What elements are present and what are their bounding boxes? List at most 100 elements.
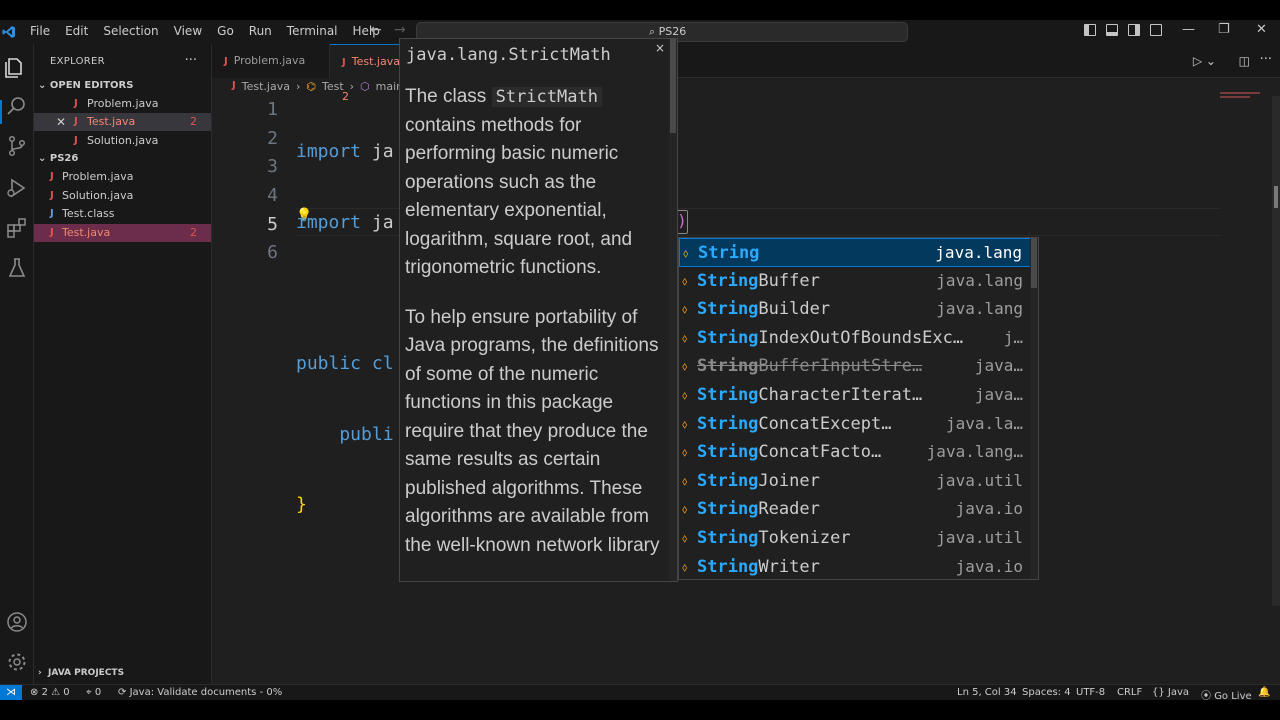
suggestion-item[interactable]: ⬨ StringBuffer java.lang [679, 267, 1031, 296]
close-icon[interactable]: × [655, 41, 665, 55]
problems-status[interactable]: ⊗ 2 ⚠ 0 [30, 687, 70, 698]
suggestion-label: StringJoiner [697, 470, 820, 491]
file-tree-item[interactable]: J Test.class [34, 205, 211, 223]
line-ending[interactable]: CRLF [1117, 687, 1142, 698]
top-black-strip [0, 0, 1280, 20]
java-file-icon: J [50, 227, 54, 238]
testing-icon[interactable] [5, 256, 29, 280]
restore-button[interactable]: ❐ [1218, 22, 1230, 37]
suggestion-item[interactable]: ⬨ StringConcatFacto… java.lang… [679, 438, 1031, 467]
back-arrow-icon[interactable]: ← [370, 22, 382, 38]
breadcrumb-class[interactable]: Test [322, 80, 344, 93]
suggestion-label: StringCharacterIterat… [697, 385, 923, 405]
tab-test-java[interactable]: J Test.java 2 [330, 44, 410, 103]
file-tree-item[interactable]: J Problem.java [34, 168, 211, 186]
lightbulb-icon[interactable]: 💡 [296, 208, 312, 223]
suggest-scrollbar[interactable] [1030, 238, 1038, 579]
scrollbar-thumb[interactable] [1031, 238, 1037, 288]
forward-arrow-icon[interactable]: → [394, 22, 406, 38]
run-java-icon[interactable]: ▷ ⌄ [1193, 54, 1216, 68]
java-file-icon: J [74, 98, 78, 109]
more-actions-icon[interactable]: ··· [185, 53, 197, 68]
menu-run[interactable]: Run [249, 24, 272, 38]
file-tree-item[interactable]: J Test.java 2 [34, 224, 211, 242]
menu-file[interactable]: File [30, 24, 50, 38]
layout-controls [1084, 24, 1172, 36]
ports-status[interactable]: ⌖ 0 [86, 687, 101, 698]
suggestion-item[interactable]: ⬨ StringJoiner java.util [679, 467, 1031, 496]
suggestion-detail: j… [1003, 327, 1023, 347]
toggle-secondary-sidebar-icon[interactable] [1128, 24, 1140, 36]
suggestion-detail: java.la… [945, 413, 1023, 433]
java-file-icon: J [50, 190, 54, 201]
encoding[interactable]: UTF-8 [1076, 687, 1105, 698]
editor-more-actions-icon[interactable]: ··· [1260, 52, 1272, 67]
suggestion-item[interactable]: ⬨ StringTokenizer java.util [679, 524, 1031, 553]
suggestion-item[interactable]: ⬨ StringBufferInputStre… java… [679, 352, 1031, 381]
open-editor-item[interactable]: J Problem.java [34, 95, 211, 113]
code-text[interactable]: import ja import ja public cl publi } [296, 96, 394, 562]
minimap[interactable] [1220, 92, 1270, 102]
run-debug-icon[interactable] [5, 176, 29, 200]
menu-bar: File Edit Selection View Go Run Terminal… [30, 24, 395, 38]
suggestion-detail: java.lang [936, 299, 1023, 319]
toggle-panel-icon[interactable] [1106, 24, 1118, 36]
menu-view[interactable]: View [174, 24, 202, 38]
search-view-icon[interactable] [5, 94, 29, 118]
language-mode[interactable]: {} Java [1152, 687, 1189, 698]
java-status[interactable]: ⟳ Java: Validate documents - 0% [118, 687, 282, 698]
notifications-bell-icon[interactable]: 🔔 [1258, 687, 1270, 698]
open-editor-item[interactable]: J Solution.java [34, 132, 211, 150]
suggestion-label: StringTokenizer [697, 528, 851, 548]
breadcrumb-file[interactable]: Test.java [242, 80, 290, 93]
customize-layout-icon[interactable] [1150, 24, 1162, 36]
open-editors-header[interactable]: ⌄ OPEN EDITORS [38, 80, 133, 91]
settings-gear-icon[interactable] [5, 650, 29, 674]
suggestion-item[interactable]: ⬨ StringConcatExcept… java.la… [679, 410, 1031, 439]
suggestion-item[interactable]: ⬨ StringBuilder java.lang [679, 295, 1031, 324]
remote-indicator-icon[interactable]: ⋊ [0, 685, 22, 701]
menu-selection[interactable]: Selection [103, 24, 158, 38]
close-window-button[interactable]: ✕ [1256, 22, 1267, 37]
folder-header[interactable]: ⌄ PS26 [38, 153, 78, 164]
file-tree-item[interactable]: J Solution.java [34, 187, 211, 205]
class-symbol-icon: ⌬ [306, 80, 316, 93]
scrollbar-thumb[interactable] [670, 39, 676, 133]
hover-scrollbar[interactable] [669, 39, 677, 581]
suggestion-widget: ⬨ String java.lang ⬨ StringBuffer java.lang ⬨ S… [678, 237, 1039, 580]
menu-go[interactable]: Go [217, 24, 234, 38]
problem-count-badge: 2 [190, 115, 197, 128]
accounts-icon[interactable] [5, 610, 29, 634]
split-editor-icon[interactable]: ◫ [1239, 54, 1250, 68]
editor-scrollbar[interactable] [1272, 96, 1280, 606]
class-symbol-icon: ⬨ [682, 473, 688, 488]
menu-terminal[interactable]: Terminal [287, 24, 338, 38]
source-control-icon[interactable] [5, 134, 29, 158]
suggestion-item[interactable]: ⬨ StringWriter java.io [679, 553, 1031, 579]
class-symbol-icon: ⬨ [682, 302, 688, 317]
menu-edit[interactable]: Edit [65, 24, 88, 38]
explorer-icon[interactable] [2, 56, 26, 80]
suggestion-detail: java.lang… [926, 442, 1023, 462]
suggestion-label: StringBuffer [697, 270, 820, 291]
editor-tabs: J Problem.java J Test.java 2 ▷ ⌄ ◫ ··· [212, 44, 1280, 103]
tab-problem-java[interactable]: J Problem.java [212, 44, 330, 78]
toggle-primary-sidebar-icon[interactable] [1084, 24, 1096, 36]
error-icon: ⊗ [30, 687, 39, 698]
minimize-button[interactable]: — [1182, 22, 1195, 37]
method-symbol-icon: ⬡ [360, 80, 370, 93]
suggestion-item[interactable]: ⬨ StringReader java.io [679, 495, 1031, 524]
extensions-icon[interactable] [5, 216, 29, 240]
indentation[interactable]: Spaces: 4 [1022, 687, 1071, 698]
documentation-hover: java.lang.StrictMath × The class StrictM… [399, 38, 678, 582]
scrollbar-thumb[interactable] [1274, 186, 1278, 208]
suggestion-item[interactable]: ⬨ String java.lang [679, 238, 1031, 267]
open-editor-item[interactable]: ✕ J Test.java 2 [34, 113, 211, 131]
suggestion-item[interactable]: ⬨ StringIndexOutOfBoundsExc… j… [679, 324, 1031, 353]
java-projects-header[interactable]: › JAVA PROJECTS [38, 668, 124, 678]
class-symbol-icon: ⬨ [682, 531, 688, 545]
close-editor-icon[interactable]: ✕ [56, 113, 66, 131]
suggestion-item[interactable]: ⬨ StringCharacterIterat… java… [679, 381, 1031, 410]
cursor-position[interactable]: Ln 5, Col 34 [957, 687, 1017, 698]
suggestion-label: StringConcatFacto… [697, 442, 882, 463]
